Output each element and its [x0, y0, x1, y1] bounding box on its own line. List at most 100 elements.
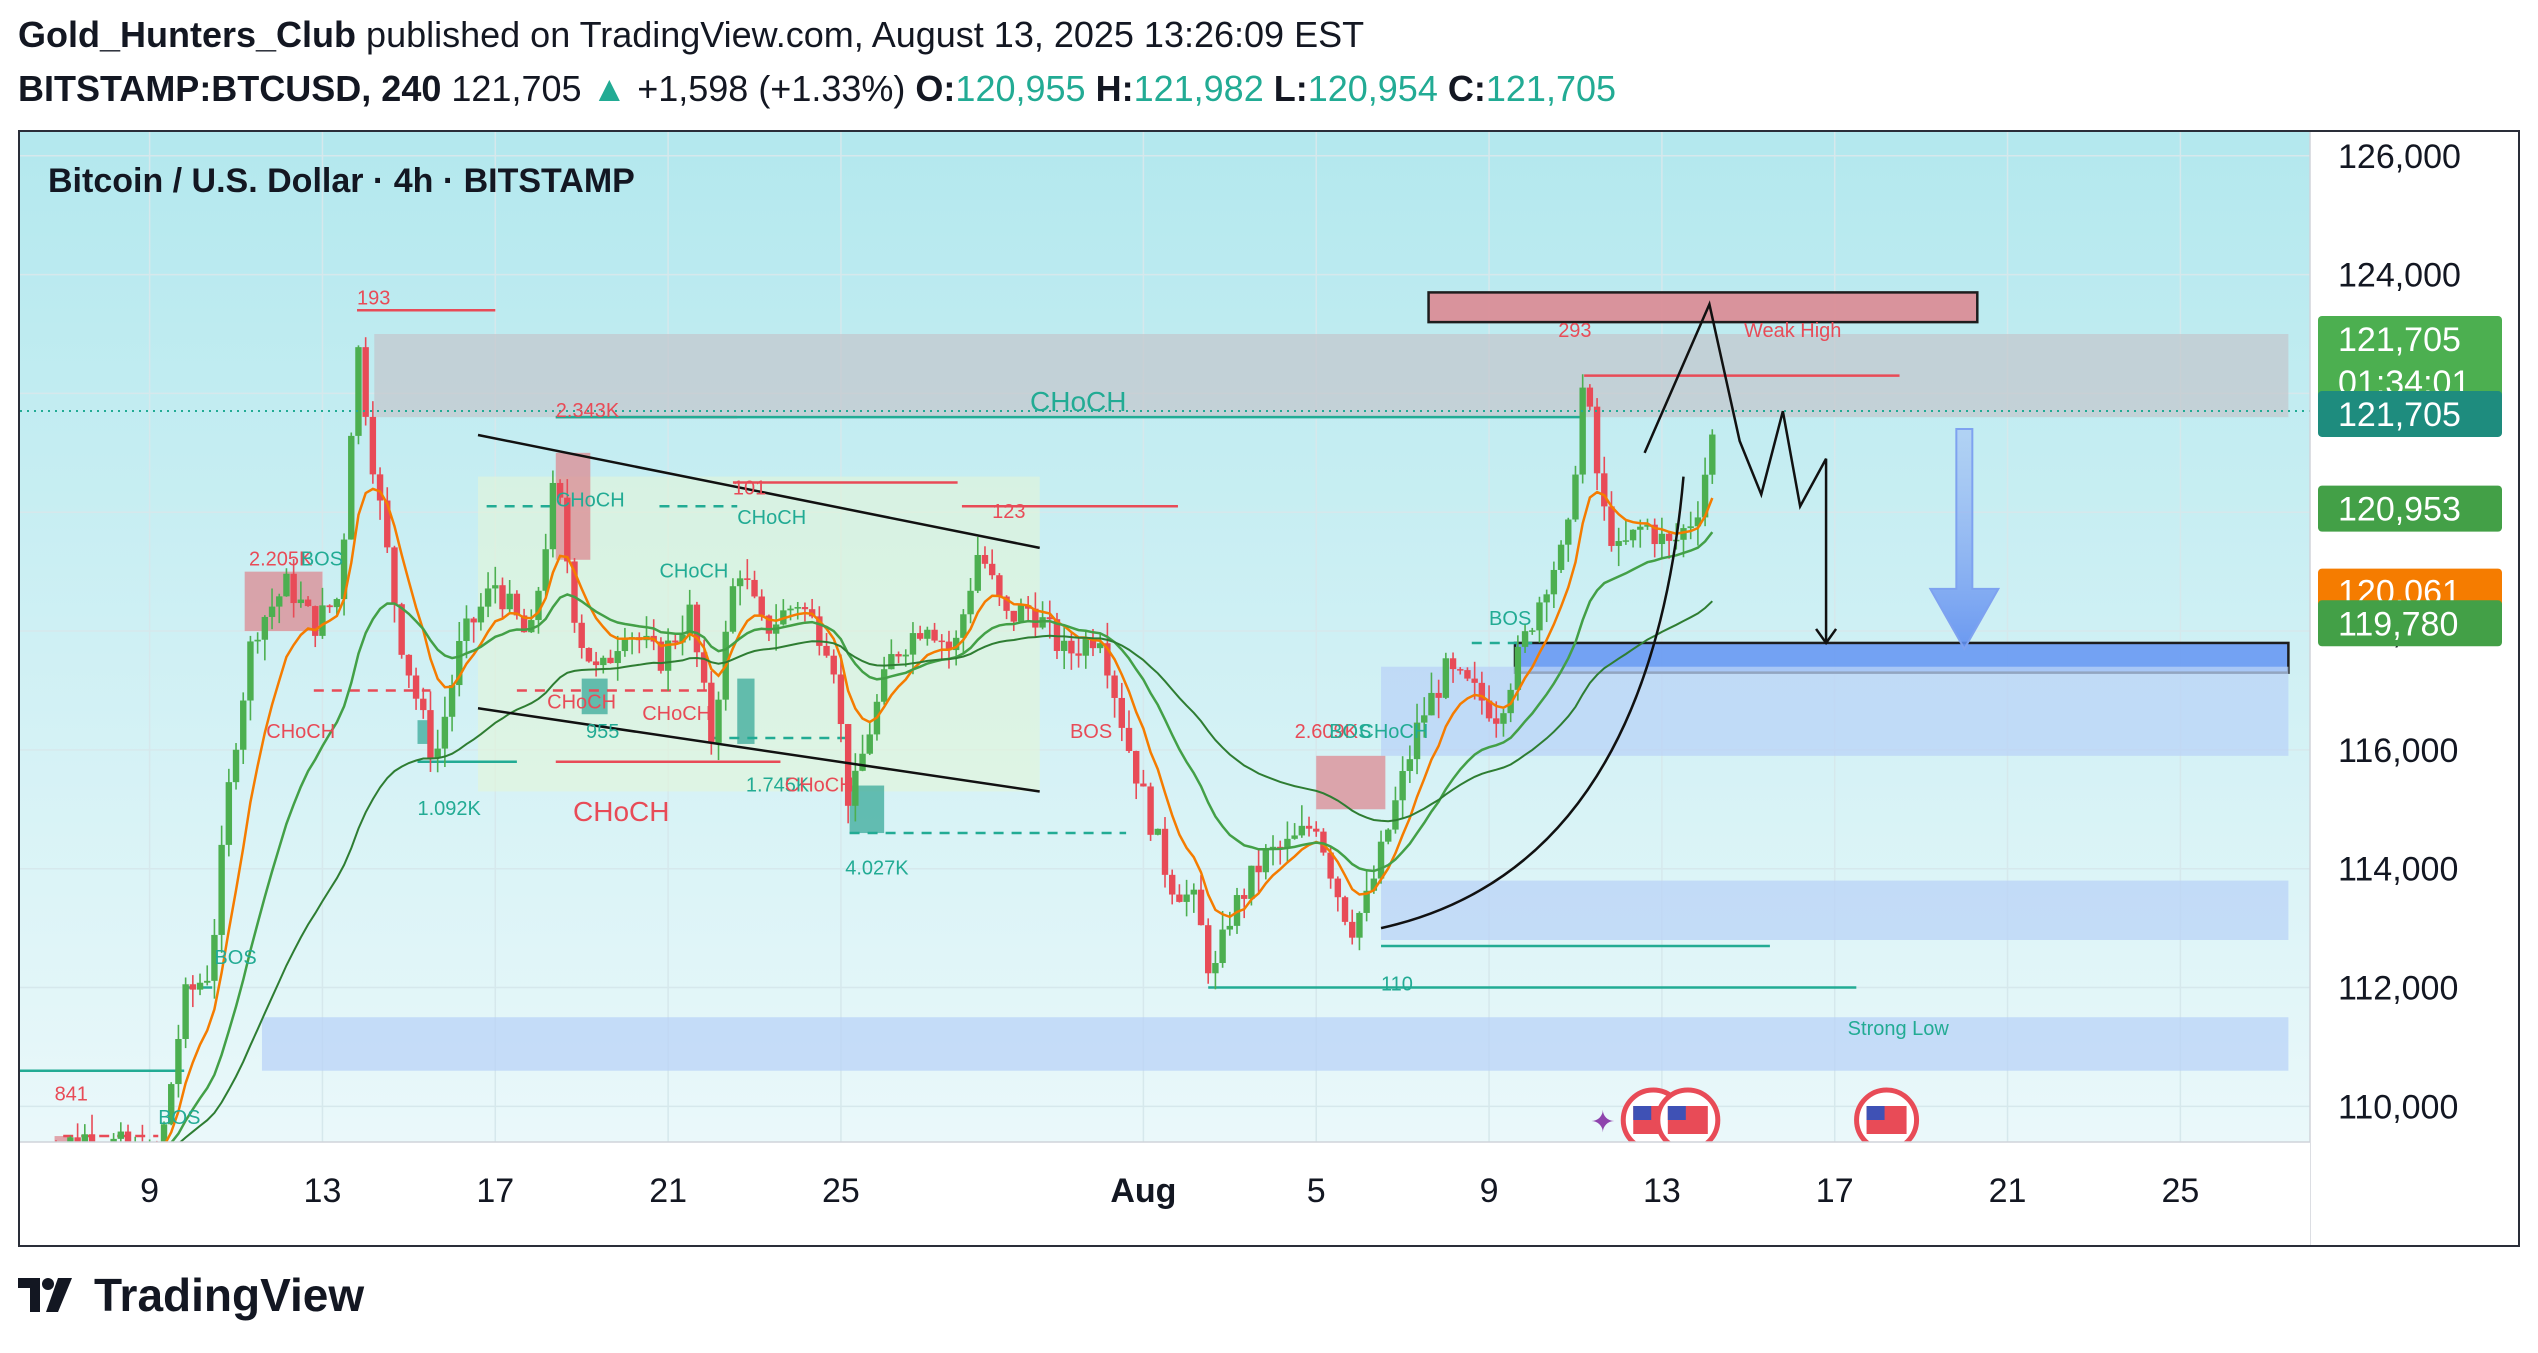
order-block: [737, 678, 755, 744]
publish-header: Gold_Hunters_Club published on TradingVi…: [18, 14, 1364, 56]
candle-body: [477, 606, 485, 623]
candle-body: [1219, 929, 1226, 964]
candle-body: [484, 588, 492, 607]
candle-body: [1629, 529, 1637, 541]
candle-body: [1500, 713, 1507, 724]
candle-body: [931, 629, 938, 641]
candle-body: [794, 607, 801, 609]
price-label-text: 120,953: [2338, 491, 2461, 529]
candle-body: [578, 622, 585, 648]
candle-body: [204, 980, 211, 983]
candle-body: [988, 563, 996, 576]
time-axis[interactable]: 9 13 17 21 25 Aug 5 9 13 17 21 25: [20, 1141, 2310, 1247]
structure-label: BOS: [301, 549, 343, 571]
candle-body: [1111, 675, 1118, 698]
time-tick-label: 9: [140, 1172, 159, 1210]
zone-demand-light: [1381, 880, 2289, 940]
structure-label: 4.027K: [845, 858, 909, 880]
price-axis[interactable]: 126,000124,000118,000116,000114,000112,0…: [2309, 132, 2520, 1247]
candle-body: [758, 596, 765, 616]
candle-body: [614, 651, 621, 664]
chart-frame[interactable]: 193 2.343K 101 123 2.205K BOS CHoCH CHoCH CHoCH C…: [18, 130, 2520, 1247]
structure-label: CHoCH: [785, 774, 854, 796]
structure-label: CHoCH: [1359, 721, 1428, 743]
price-label-text: 121,705: [2338, 396, 2461, 434]
candle-body: [1449, 658, 1457, 670]
candle-body: [513, 593, 521, 616]
candle-body: [1147, 786, 1154, 835]
choch-red-label: CHoCH: [573, 796, 669, 827]
candle-body: [225, 782, 233, 845]
candle-body: [916, 633, 924, 639]
candle-body: [996, 575, 1003, 597]
candle-body: [1291, 835, 1298, 839]
candle-body: [1586, 387, 1594, 407]
structure-label: CHoCH: [266, 721, 335, 743]
candle-body: [1406, 759, 1414, 772]
candle-body: [967, 590, 974, 615]
candle-body: [938, 640, 945, 643]
candle-body: [463, 618, 470, 642]
candle-body: [362, 347, 369, 417]
candle-body: [1298, 825, 1306, 836]
candle-body: [830, 655, 837, 675]
candle-body: [1514, 646, 1522, 690]
candle-body: [232, 749, 240, 783]
author-name[interactable]: Gold_Hunters_Club: [18, 14, 356, 55]
candle-body: [1377, 841, 1385, 879]
structure-label: BOS: [214, 947, 256, 969]
price-axis-background: [2310, 132, 2518, 1245]
structure-label: CHoCH: [642, 703, 711, 725]
candle-body: [297, 599, 305, 604]
candle-body: [1557, 544, 1565, 570]
candle-body: [672, 640, 679, 643]
candle-body: [693, 604, 701, 653]
chart-canvas[interactable]: 1932.343K1011232.205KBOSCHoCHCHoCHCHoCHC…: [20, 132, 2520, 1247]
candle-body: [1125, 727, 1133, 751]
candle-body: [585, 647, 593, 662]
candle-body: [1118, 697, 1125, 728]
candle-body: [254, 639, 261, 642]
candle-body: [924, 629, 931, 639]
candle-body: [1529, 630, 1536, 632]
candle-body: [189, 984, 197, 990]
candle-body: [880, 669, 888, 702]
candle-body: [261, 616, 269, 640]
candle-body: [1075, 653, 1082, 656]
time-tick-label: 13: [1643, 1172, 1681, 1210]
candle-body: [1536, 602, 1543, 631]
open-value: 120,955: [955, 68, 1086, 109]
time-tick-label: 21: [649, 1172, 687, 1210]
structure-label: 2.343K: [556, 400, 620, 422]
candle-body: [607, 657, 614, 664]
candle-body: [1082, 638, 1089, 656]
flag-canton-icon: [1866, 1106, 1885, 1120]
candle-body: [1615, 541, 1622, 546]
candle-body: [542, 549, 549, 591]
candle-body: [312, 606, 319, 636]
candle-body: [499, 585, 506, 610]
candle-body: [319, 605, 326, 636]
candle-body: [1140, 783, 1147, 787]
last-price: 121,705: [451, 68, 582, 109]
candle-body: [398, 604, 405, 655]
weak-high-label: Weak High: [1744, 320, 1841, 342]
candle-body: [888, 654, 895, 670]
candle-body: [240, 700, 247, 750]
high-value: 121,982: [1133, 68, 1264, 109]
candle-body: [333, 599, 341, 608]
candle-body: [391, 547, 398, 605]
candle-body: [736, 578, 744, 587]
structure-label: 841: [55, 1083, 88, 1105]
candle-body: [909, 633, 917, 655]
structure-label: 293: [1558, 320, 1591, 342]
candle-body: [405, 654, 413, 676]
price-tick-label: 116,000: [2338, 732, 2458, 770]
candle-body: [902, 654, 909, 657]
change-value: +1,598 (+1.33%): [637, 68, 906, 109]
structure-label: CHoCH: [556, 489, 625, 511]
candle-body: [1543, 594, 1550, 603]
open-label: O:: [915, 68, 956, 109]
flag-canton-icon: [1667, 1106, 1686, 1120]
candle-body: [1248, 865, 1255, 899]
